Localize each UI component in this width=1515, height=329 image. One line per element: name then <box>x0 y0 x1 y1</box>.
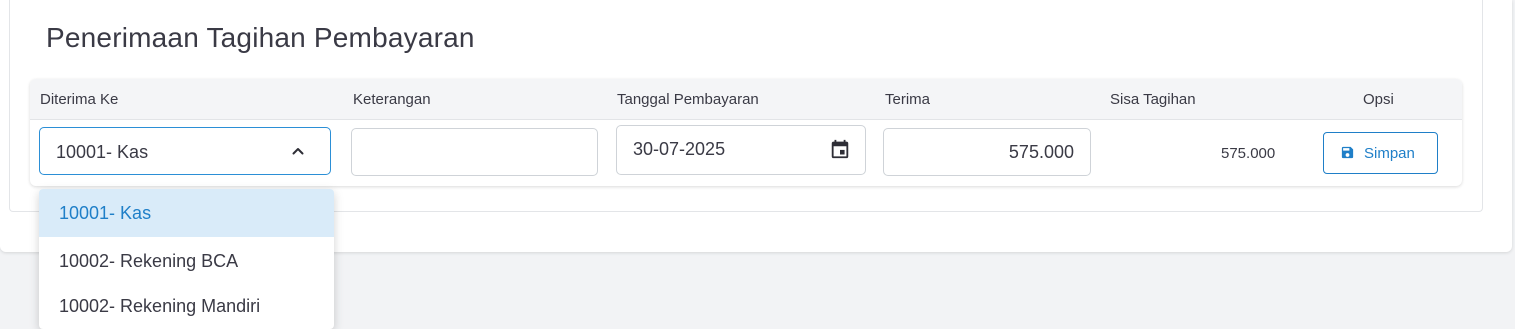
save-button-label: Simpan <box>1364 145 1415 162</box>
dropdown-option-mandiri[interactable]: 10002- Rekening Mandiri <box>39 285 334 329</box>
chevron-up-icon[interactable] <box>292 145 304 157</box>
terima-input[interactable]: 575.000 <box>883 128 1091 176</box>
keterangan-input[interactable] <box>351 128 598 176</box>
account-select[interactable]: 10001- Kas <box>39 127 331 175</box>
terima-value: 575.000 <box>1008 142 1074 162</box>
payment-table: Diterima Ke Keterangan Tanggal Pembayara… <box>30 79 1462 186</box>
account-select-value: 10001- Kas <box>56 142 149 162</box>
header-terima: Terima <box>885 91 931 108</box>
tanggal-input[interactable]: 30-07-2025 <box>616 125 866 175</box>
save-icon <box>1341 146 1354 159</box>
dropdown-option-bca[interactable]: 10002- Rekening BCA <box>39 237 334 285</box>
tanggal-value: 30-07-2025 <box>633 139 726 159</box>
header-tanggal: Tanggal Pembayaran <box>617 91 759 108</box>
page-title: Penerimaan Tagihan Pembayaran <box>46 22 475 53</box>
sisa-tagihan-value: 575.000 <box>1221 145 1276 162</box>
header-opsi: Opsi <box>1363 91 1394 108</box>
header-sisa-tagihan: Sisa Tagihan <box>1110 91 1196 108</box>
save-button[interactable]: Simpan <box>1323 132 1438 174</box>
header-keterangan: Keterangan <box>353 91 431 108</box>
header-diterima-ke: Diterima Ke <box>40 91 119 108</box>
account-dropdown-menu: 10001- Kas 10002- Rekening BCA 10002- Re… <box>39 189 334 329</box>
calendar-icon[interactable] <box>829 138 851 160</box>
dropdown-option-kas[interactable]: 10001- Kas <box>39 189 334 237</box>
table-header: Diterima Ke Keterangan Tanggal Pembayara… <box>30 79 1462 120</box>
